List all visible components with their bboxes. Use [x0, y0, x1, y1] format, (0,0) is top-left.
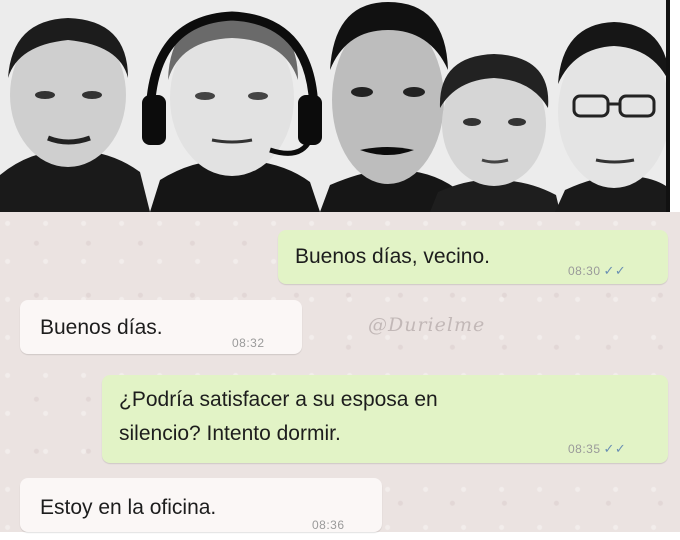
message-time: 08:32	[232, 336, 265, 350]
message-text-line2: silencio? Intento dormir.	[119, 422, 341, 445]
message-time: 08:36	[312, 518, 345, 532]
message-text-line1: ¿Podría satisfacer a su esposa en	[119, 388, 438, 411]
double-check-icon: ✓✓	[603, 441, 627, 456]
message-text: Buenos días.	[40, 316, 163, 339]
message-text: Buenos días, vecino.	[295, 245, 490, 268]
header-photo	[0, 0, 666, 212]
message-time: 08:30	[568, 264, 601, 278]
message-meta: 08:35 ✓✓	[568, 434, 626, 464]
face-4	[430, 54, 560, 212]
double-check-icon: ✓✓	[603, 263, 627, 278]
message-bubble-outgoing[interactable]: Buenos días, vecino. 08:30 ✓✓	[278, 230, 668, 284]
message-bubble-outgoing[interactable]: ¿Podría satisfacer a su esposa en silenc…	[102, 375, 668, 463]
watermark: @Durielme	[368, 314, 486, 336]
message-text: Estoy en la oficina.	[40, 496, 217, 519]
photo-border	[666, 0, 670, 212]
faces-illustration	[0, 0, 666, 212]
message-time: 08:35	[568, 442, 601, 456]
message-bubble-incoming[interactable]: Buenos días. 08:32	[20, 300, 302, 354]
message-meta: 08:30 ✓✓	[568, 256, 626, 286]
message-bubble-incoming[interactable]: Estoy en la oficina. 08:36	[20, 478, 382, 532]
